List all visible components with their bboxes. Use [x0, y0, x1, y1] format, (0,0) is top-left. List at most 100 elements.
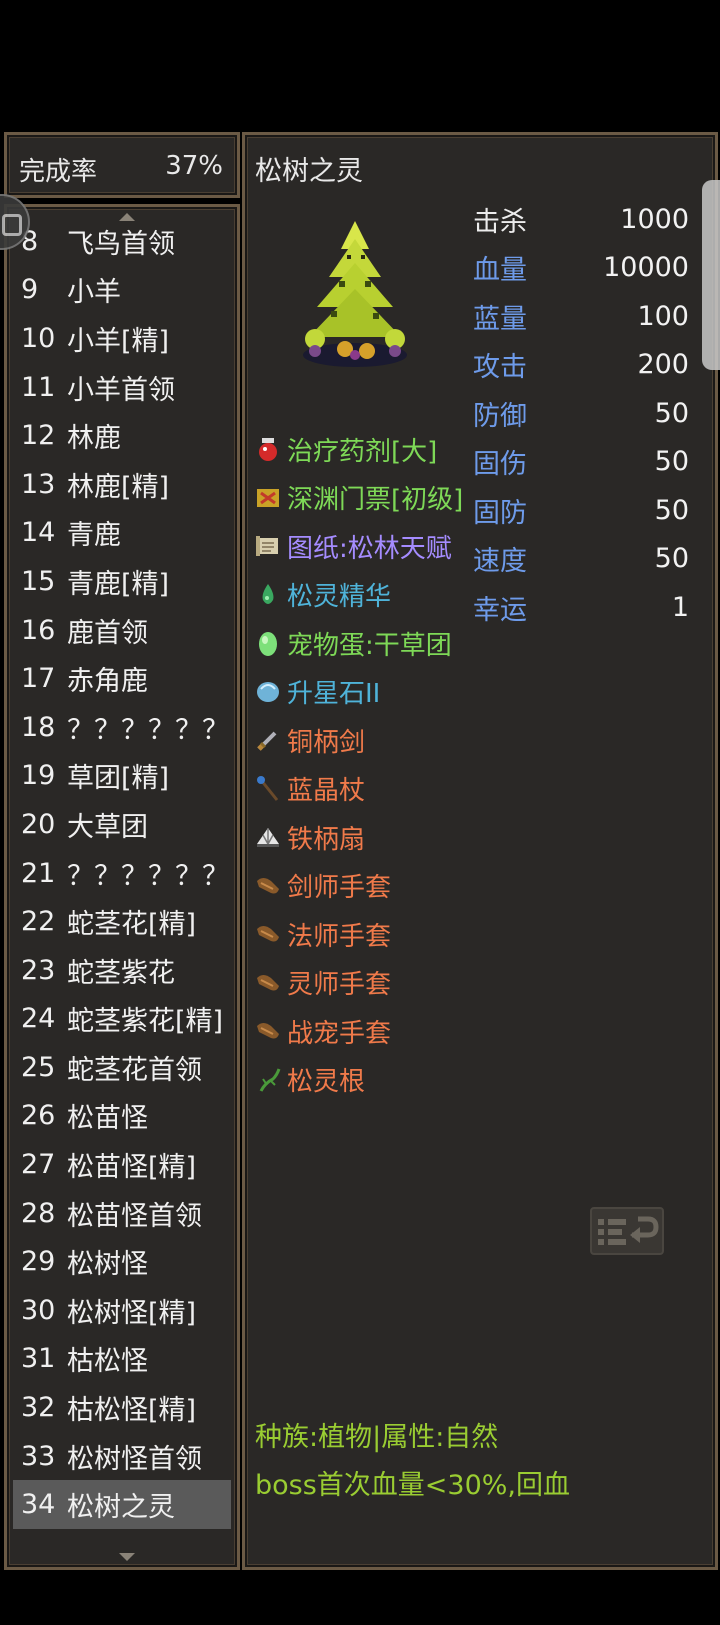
monster-list-item[interactable]: 16 鹿首领 [13, 606, 231, 655]
drop-item-name: 铁柄扇 [287, 824, 366, 855]
drop-item[interactable]: 升星石II [253, 668, 483, 717]
drop-item[interactable]: 蓝晶杖 [253, 765, 483, 814]
monster-number: 27 [21, 1149, 56, 1181]
monster-list-item[interactable]: 28 松苗怪首领 [13, 1189, 231, 1238]
monster-list-item[interactable]: 21 ？？？？？？ [13, 849, 231, 898]
drop-item-name: 松灵精华 [287, 582, 392, 613]
drop-item[interactable]: 深渊门票[初级] [253, 474, 483, 523]
drop-item[interactable]: 图纸:松林天赋 [253, 522, 483, 571]
drop-item[interactable]: 宠物蛋:干草团 [253, 619, 483, 668]
monster-number: 33 [21, 1440, 56, 1472]
stat-label: 血量 [473, 255, 527, 287]
monster-list-item[interactable]: 14 青鹿 [13, 509, 231, 558]
monster-list-item[interactable]: 18 ？？？？？？ [13, 703, 231, 752]
drop-item-name: 铜柄剑 [287, 727, 366, 758]
drop-list: 治疗药剂[大] 深渊门票[初级] 图纸:松林天赋松灵精华宠物蛋:干草团 升星石II 铜柄… [253, 425, 483, 1104]
monster-list-item[interactable]: 24 蛇茎紫花[精] [13, 995, 231, 1044]
monster-detail-panel: 松树之灵 击杀 1000 血量 10000 蓝量 100 攻击 200 防御 50 固伤 50 固防 50… [242, 132, 718, 1570]
monster-name: 蛇茎紫花[精] [67, 1006, 224, 1038]
race-attribute-info: 种族:植物|属性:自然 [255, 1422, 499, 1453]
glove-icon [253, 1016, 283, 1046]
drop-item[interactable]: 松灵根 [253, 1056, 483, 1105]
scroll-down-arrow-icon[interactable] [119, 1553, 135, 1561]
monster-list-item[interactable]: 34 松树之灵 [13, 1480, 231, 1530]
stat-value: 50 [654, 494, 689, 526]
drop-item-name: 法师手套 [287, 921, 392, 952]
drop-item-name: 灵师手套 [287, 970, 392, 1001]
drop-item[interactable]: 灵师手套 [253, 959, 483, 1008]
monster-list-item[interactable]: 25 蛇茎花首领 [13, 1043, 231, 1092]
monster-name: 枯松怪[精] [67, 1395, 197, 1427]
monster-list-item[interactable]: 17 赤角鹿 [13, 654, 231, 703]
glove-icon [253, 871, 283, 901]
monster-list-item[interactable]: 29 松树怪 [13, 1237, 231, 1286]
monster-name: 青鹿 [67, 520, 121, 552]
monster-name: 松苗怪 [67, 1103, 148, 1135]
monster-list-item[interactable]: 12 林鹿 [13, 411, 231, 460]
monster-list-item[interactable]: 19 草团[精] [13, 752, 231, 801]
monster-name: 小羊[精] [67, 325, 170, 357]
stat-row: 速度 50 [473, 535, 689, 584]
monster-name-title: 松树之灵 [255, 156, 363, 187]
right-edge-handle[interactable] [702, 180, 720, 370]
monster-list-item[interactable]: 27 松苗怪[精] [13, 1140, 231, 1189]
monster-list-item[interactable]: 26 松苗怪 [13, 1092, 231, 1141]
monster-number: 17 [21, 663, 56, 695]
monster-number: 31 [21, 1343, 56, 1375]
monster-list-item[interactable]: 10 小羊[精] [13, 314, 231, 363]
drop-item[interactable]: 战宠手套 [253, 1007, 483, 1056]
drop-item[interactable]: 铁柄扇 [253, 813, 483, 862]
stat-value: 50 [654, 446, 689, 478]
drop-item[interactable]: 铜柄剑 [253, 716, 483, 765]
monster-list-item[interactable]: 32 枯松怪[精] [13, 1383, 231, 1432]
monster-number: 25 [21, 1051, 56, 1083]
monster-list-item[interactable]: 13 林鹿[精] [13, 460, 231, 509]
monster-list-item[interactable]: 33 松树怪首领 [13, 1432, 231, 1481]
monster-number: 15 [21, 565, 56, 597]
monster-name: 松苗怪[精] [67, 1152, 197, 1184]
stat-row: 血量 10000 [473, 244, 689, 293]
potion-icon [253, 434, 283, 464]
root-icon [253, 1065, 283, 1095]
monster-name: 松树怪首领 [67, 1443, 202, 1475]
monster-name: 松树怪 [67, 1249, 148, 1281]
monster-list-item[interactable]: 15 青鹿[精] [13, 557, 231, 606]
drop-item-name: 治疗药剂[大] [287, 436, 438, 467]
monster-list-panel[interactable]: 8 飞鸟首领 9 小羊 10 小羊[精] 11 小羊首领 12 林鹿 13 林鹿[精] 14 青鹿 15 青鹿… [4, 204, 240, 1570]
egg-icon [253, 628, 283, 658]
monster-name: 青鹿[精] [67, 568, 170, 600]
monster-number: 34 [21, 1489, 56, 1521]
fan-icon [253, 822, 283, 852]
monster-list-item[interactable]: 30 松树怪[精] [13, 1286, 231, 1335]
glove-icon [253, 919, 283, 949]
monster-list-item[interactable]: 20 大草团 [13, 800, 231, 849]
drop-item-name: 深渊门票[初级] [287, 485, 464, 516]
monster-name: 大草团 [67, 811, 148, 843]
stat-label: 击杀 [473, 206, 527, 238]
monster-number: 18 [21, 711, 56, 743]
monster-list-item[interactable]: 31 枯松怪 [13, 1335, 231, 1384]
monster-name: 松苗怪首领 [67, 1200, 202, 1232]
monster-list-item[interactable]: 23 蛇茎紫花 [13, 946, 231, 995]
stat-row: 固伤 50 [473, 438, 689, 487]
essence-icon [253, 580, 283, 610]
monster-list-item[interactable]: 22 蛇茎花[精] [13, 897, 231, 946]
monster-list[interactable]: 8 飞鸟首领 9 小羊 10 小羊[精] 11 小羊首领 12 林鹿 13 林鹿[精] 14 青鹿 15 青鹿… [13, 217, 231, 1530]
back-button[interactable] [590, 1207, 664, 1255]
glove-icon [253, 968, 283, 998]
stat-row: 击杀 1000 [473, 195, 689, 244]
monster-list-item[interactable]: 9 小羊 [13, 266, 231, 315]
drop-item[interactable]: 松灵精华 [253, 571, 483, 620]
drop-item[interactable]: 剑师手套 [253, 862, 483, 911]
drop-item[interactable]: 治疗药剂[大] [253, 425, 483, 474]
drop-item[interactable]: 法师手套 [253, 910, 483, 959]
monster-name: 蛇茎花[精] [67, 909, 197, 941]
monster-name: 枯松怪 [67, 1346, 148, 1378]
monster-name: 草团[精] [67, 763, 170, 795]
stat-row: 攻击 200 [473, 341, 689, 390]
monster-name: ？？？？？？ [67, 860, 229, 892]
stat-value: 1 [671, 591, 689, 623]
monster-list-item[interactable]: 11 小羊首领 [13, 363, 231, 412]
monster-list-item[interactable]: 8 飞鸟首领 [13, 217, 231, 266]
stat-value: 1000 [620, 203, 689, 235]
